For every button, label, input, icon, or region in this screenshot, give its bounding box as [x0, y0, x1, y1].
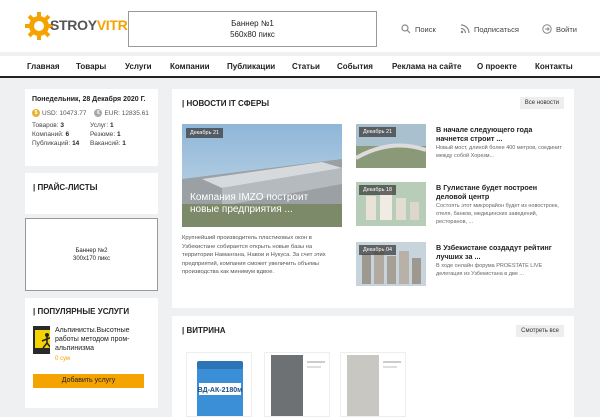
nav-item-companies[interactable]: Компании — [170, 62, 210, 71]
add-service-button[interactable]: Добавить услугу — [33, 374, 144, 388]
price-lists-widget: | ПРАЙС-ЛИСТЫ — [25, 173, 158, 214]
nav-item-home[interactable]: Главная — [27, 62, 60, 71]
usd-rate-value: USD: 10473.77 — [42, 109, 87, 117]
nav-item-articles[interactable]: Статьи — [292, 62, 320, 71]
stat-label: Публикаций: — [32, 140, 71, 147]
stat-item: Услуг: 1 — [90, 122, 150, 129]
login-icon — [542, 24, 552, 34]
stat-label: Товаров: — [32, 122, 59, 129]
search-label: Поиск — [415, 24, 436, 34]
stat-value: 1 — [122, 140, 126, 147]
subscribe-label: Подписаться — [474, 24, 519, 34]
featured-news-card[interactable]: Декабрь 21 Компания IMZO построит новые … — [182, 124, 342, 227]
nav-item-publications[interactable]: Публикации — [227, 62, 275, 71]
banner-1[interactable]: Баннер №1 560x80 пикс — [128, 11, 377, 47]
news-item-description: Состоять этот микрорайон будет из новост… — [436, 203, 559, 225]
logo-word-stroy: STROY — [50, 17, 97, 33]
news-item-title[interactable]: В Узбекистане создадут рейтинг лучших за… — [436, 243, 566, 261]
nav-item-advertising[interactable]: Реклама на сайте — [392, 62, 462, 71]
featured-news-title[interactable]: Компания IMZO построит новые предприятия… — [190, 192, 340, 216]
climber-icon — [41, 333, 50, 349]
news-item-description: Новый мост, длиной более 400 метров, сое… — [436, 145, 562, 159]
featured-news-description: Крупнейший производитель пластиковых око… — [182, 235, 326, 275]
rss-icon — [460, 24, 470, 34]
stat-item: Товаров: 3 — [32, 122, 90, 129]
service-thumbnail — [33, 326, 50, 354]
news-item[interactable]: Декабрь 18 В Гулистане будет построен де… — [356, 182, 568, 226]
eur-rate: € EUR: 12835.61 — [94, 109, 149, 117]
nav-item-products[interactable]: Товары — [76, 62, 106, 71]
product-label-text: ВД-АК-2180м — [198, 387, 243, 394]
stat-label: Услуг: — [90, 122, 109, 129]
stat-value: 6 — [65, 131, 70, 138]
nav-item-services[interactable]: Услуги — [125, 62, 152, 71]
news-item-date: Декабрь 04 — [359, 245, 397, 255]
currency-rates: $ USD: 10473.77 € EUR: 12835.61 — [32, 109, 151, 117]
usd-rate: $ USD: 10473.77 — [32, 109, 86, 117]
tile-image — [341, 353, 405, 416]
stat-value: 1 — [109, 122, 114, 129]
main-nav: Главная Товары Услуги Компании Публикаци… — [0, 56, 600, 78]
stat-item: Компаний: 6 — [32, 131, 90, 138]
showcase-section: | ВИТРИНА Смотреть все ВД-АК-2180м — [172, 316, 574, 417]
subscribe-link[interactable]: Подписаться — [460, 24, 519, 34]
product-card[interactable] — [340, 352, 406, 417]
stat-item: Вакансий: 1 — [90, 140, 150, 147]
site-header: STROYVITRINA Баннер №1 560x80 пикс Поиск… — [0, 0, 600, 52]
banner-2-size: 300x170 пикс — [73, 256, 110, 262]
it-news-title: | НОВОСТИ IT СФЕРЫ — [182, 99, 270, 108]
product-card[interactable]: ВД-АК-2180м — [186, 352, 252, 417]
nav-item-contacts[interactable]: Контакты — [535, 62, 573, 71]
news-item[interactable]: Декабрь 04 В Узбекистане создадут рейтин… — [356, 242, 568, 286]
news-item-description: В ходе онлайн форума PROESTATE LIVE деле… — [436, 263, 543, 277]
banner-2[interactable]: Баннер №2 300x170 пикс — [25, 218, 158, 291]
showcase-title: | ВИТРИНА — [182, 326, 226, 335]
banner-2-title: Баннер №2 — [75, 248, 108, 254]
service-title[interactable]: Альпинисты.Высотные работы методом пром-… — [55, 326, 150, 353]
login-link[interactable]: Войти — [542, 24, 577, 34]
search-link[interactable]: Поиск — [401, 24, 436, 34]
current-date: Понедельник, 28 Декабря 2020 Г. — [32, 96, 146, 103]
site-stats: Товаров: 3 Услуг: 1 Компаний: 6 Резюме: … — [32, 122, 151, 147]
site-logo[interactable]: STROYVITRINA — [24, 11, 151, 41]
service-price: 0 сум — [55, 356, 71, 362]
stat-value: 14 — [72, 140, 80, 147]
product-card[interactable] — [264, 352, 330, 417]
news-item-title[interactable]: В начале следующего года начнется строит… — [436, 125, 566, 143]
news-item-date: Декабрь 21 — [359, 127, 397, 137]
stat-item: Резюме: 1 — [90, 131, 150, 138]
stat-value: 1 — [117, 131, 121, 138]
login-label: Войти — [556, 24, 577, 34]
price-lists-title: | ПРАЙС-ЛИСТЫ — [33, 183, 98, 192]
dollar-coin-icon: $ — [32, 109, 40, 117]
nav-item-events[interactable]: События — [337, 62, 373, 71]
stat-label: Компаний: — [32, 131, 64, 138]
stat-value: 3 — [60, 122, 64, 129]
it-news-section: | НОВОСТИ IT СФЕРЫ Все новости Декабрь 2… — [172, 89, 574, 308]
banner-1-size: 560x80 пикс — [230, 30, 275, 39]
popular-services-title: | ПОПУЛЯРНЫЕ УСЛУГИ — [33, 307, 130, 316]
euro-coin-icon: € — [94, 109, 103, 117]
stat-item: Публикаций: 14 — [32, 140, 90, 147]
paint-bucket-image: ВД-АК-2180м — [197, 361, 243, 416]
all-news-button[interactable]: Все новости — [519, 97, 564, 109]
news-item-date: Декабрь 18 — [359, 185, 397, 195]
stat-label: Вакансий: — [90, 140, 121, 147]
tile-image — [265, 353, 329, 416]
stat-label: Резюме: — [90, 131, 116, 138]
banner-1-title: Баннер №1 — [231, 19, 274, 28]
nav-item-about[interactable]: О проекте — [477, 62, 517, 71]
info-widget: Понедельник, 28 Декабря 2020 Г. $ USD: 10… — [25, 89, 158, 166]
show-all-button[interactable]: Смотреть все — [516, 325, 564, 337]
news-item[interactable]: Декабрь 21 В начале следующего года начн… — [356, 124, 568, 168]
search-icon — [401, 24, 411, 34]
popular-services-widget: | ПОПУЛЯРНЫЕ УСЛУГИ Альпинисты.Высотные … — [25, 298, 158, 408]
eur-rate-value: EUR: 12835.61 — [104, 109, 149, 117]
news-item-title[interactable]: В Гулистане будет построен деловой центр — [436, 183, 566, 201]
service-item[interactable]: Альпинисты.Высотные работы методом пром-… — [33, 326, 150, 362]
featured-news-date: Декабрь 21 — [186, 128, 224, 138]
